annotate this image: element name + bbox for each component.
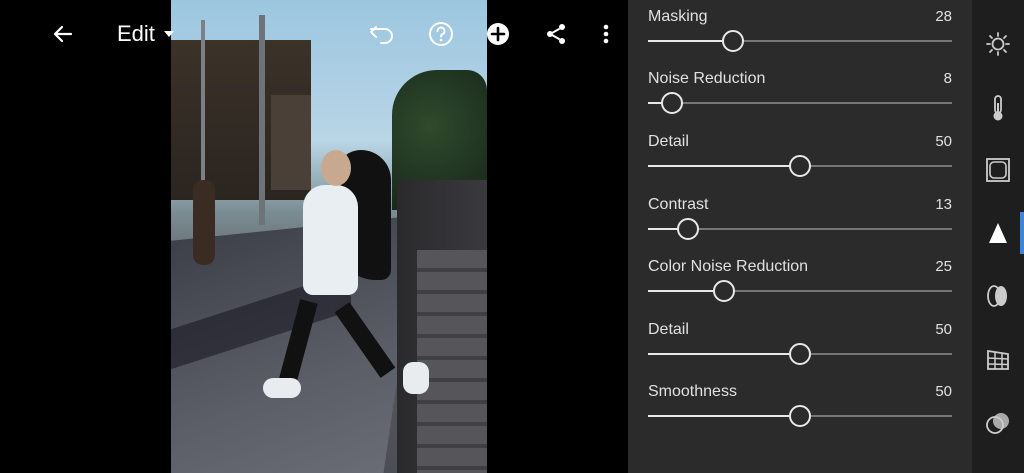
slider-label: Detail [648,133,689,150]
slider-detail[interactable]: Detail 50 [648,125,952,187]
photo-background-person [193,180,215,265]
slider-label: Masking [648,8,708,25]
chevron-down-icon [164,31,174,37]
add-button[interactable] [482,18,514,50]
slider-fill [648,40,734,42]
help-button[interactable] [425,18,457,50]
active-tool-indicator [1020,212,1024,254]
slider-value: 50 [935,321,952,338]
edit-label: Edit [117,21,155,46]
slider-fill [648,165,800,167]
slider-thumb[interactable] [676,218,699,240]
slider-noise-reduction[interactable]: Noise Reduction 8 [648,62,952,124]
slider-label: Smoothness [648,383,737,400]
slider-smoothness[interactable]: Smoothness 50 [648,375,952,437]
light-icon [986,32,1010,56]
add-icon [487,23,509,45]
presets-icon [986,413,1009,434]
slider-fill [648,415,800,417]
slider-label: Contrast [648,196,709,213]
slider-thumb[interactable] [722,30,745,52]
geometry-tool-button[interactable] [982,343,1014,375]
photo-canvas[interactable] [0,0,628,473]
help-icon [429,22,453,46]
slider-fill [648,353,800,355]
color-icon [993,95,1003,121]
more-vert-icon [603,24,609,44]
photo-person-body [303,185,358,295]
share-icon [547,24,565,44]
slider-thumb[interactable] [789,343,811,365]
effects-icon [986,158,1010,182]
photo-building-2 [271,95,311,190]
slider-label: Color Noise Reduction [648,258,809,275]
slider-label: Noise Reduction [648,70,766,87]
slider-thumb[interactable] [789,155,811,177]
back-button[interactable] [47,18,79,50]
tool-strip [972,0,1024,473]
photo-image [171,0,487,473]
optics-tool-button[interactable] [982,280,1014,312]
color-tool-button[interactable] [982,92,1014,124]
slider-value: 25 [935,258,952,275]
slider-contrast[interactable]: Contrast 13 [648,188,952,250]
arrow-left-icon [53,25,73,43]
photo-person-shoe [263,378,301,398]
presets-tool-button[interactable] [982,408,1014,440]
slider-thumb[interactable] [713,280,735,302]
more-options-button[interactable] [592,18,620,50]
slider-track[interactable] [648,102,952,104]
detail-tool-button[interactable] [982,217,1014,249]
photo-steps [417,250,487,473]
slider-thumb[interactable] [661,92,684,114]
slider-masking[interactable]: Masking 28 [648,0,952,62]
optics-icon [987,285,1007,307]
share-button[interactable] [540,18,572,50]
top-toolbar: Edit [0,0,628,68]
effects-tool-button[interactable] [982,154,1014,186]
slider-color-noise-reduction[interactable]: Color Noise Reduction 25 [648,250,952,312]
geometry-icon [987,349,1009,370]
slider-value: 50 [935,383,952,400]
photo-person-head [321,150,351,186]
light-tool-button[interactable] [982,28,1014,60]
detail-icon [989,223,1007,243]
slider-thumb[interactable] [789,405,811,427]
photo-person-shoe-2 [403,362,429,394]
undo-icon [370,26,393,44]
slider-value: 28 [935,8,952,25]
undo-button[interactable] [366,18,398,50]
slider-value: 8 [943,70,952,87]
slider-value: 13 [935,196,952,213]
detail-panel: Masking 28 Noise Reduction 8 Detail 50 C… [628,0,972,473]
slider-color-detail[interactable]: Detail 50 [648,313,952,375]
slider-label: Detail [648,321,689,338]
slider-value: 50 [935,133,952,150]
